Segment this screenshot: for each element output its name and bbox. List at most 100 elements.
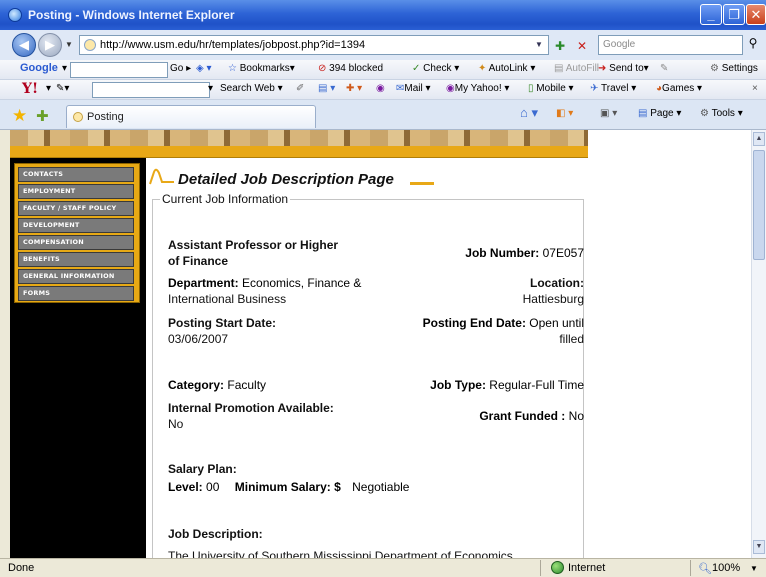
games-button[interactable]: ◕Games ▾ <box>656 83 702 94</box>
grant-funded-label: Grant Funded : <box>479 409 566 423</box>
status-divider <box>540 560 541 576</box>
yahoo-pencil-icon[interactable]: ✎▾ <box>56 83 69 94</box>
add-favorites-icon[interactable]: ✚ <box>36 107 49 125</box>
job-number-label: Job Number: <box>465 246 540 260</box>
zoom-level[interactable]: 100% <box>712 562 740 574</box>
mail-button[interactable]: ✉Mail ▾ <box>396 83 431 94</box>
ie-logo-icon <box>8 8 22 22</box>
travel-button[interactable]: ✈ Travel ▾ <box>590 83 636 94</box>
posting-start-value: 03/06/2007 <box>168 332 229 346</box>
yahoo-search-input[interactable] <box>92 82 210 98</box>
page-menu-button[interactable]: ▤ Page ▾ <box>638 108 681 119</box>
page-title: Detailed Job Description Page <box>178 171 394 188</box>
yahoo-toolbar-icon-1[interactable]: ▤ ▾ <box>318 83 335 94</box>
tab-bar: ★ ✚ Posting ⌂ ▾ ◧ ▾ ▣ ▾ ▤ Page ▾ ⚙ Tools… <box>0 100 766 130</box>
department-value-line2: International Business <box>168 292 287 306</box>
tab-label: Posting <box>87 111 124 123</box>
internal-promotion-value: No <box>168 417 184 431</box>
url-text[interactable]: http://www.usm.edu/hr/templates/jobpost.… <box>100 39 365 51</box>
minimum-salary-label: Minimum Salary: $ <box>234 480 341 494</box>
job-description-label: Job Description: <box>168 527 263 541</box>
category-value: Faculty <box>227 378 267 392</box>
status-bar: Done Internet 🔍︎ 100% ▼ <box>0 558 766 577</box>
department: Department: Economics, Finance & <box>168 276 361 290</box>
search-input[interactable]: Google <box>598 35 743 55</box>
my-yahoo-button[interactable]: ◉My Yahoo! ▾ <box>446 83 509 94</box>
level-label: Level: <box>168 480 203 494</box>
job-detail-panel: Detailed Job Description Page Current Jo… <box>146 158 588 558</box>
send-to-button[interactable]: ➜ Send to▾ <box>598 63 649 74</box>
window-title: Posting - Windows Internet Explorer <box>28 8 235 22</box>
toolbar-overflow-icon[interactable]: × <box>752 83 758 94</box>
position-title-line1: Assistant Professor or Higher <box>168 238 339 252</box>
posting-end-label: Posting End Date: <box>422 316 526 330</box>
favorites-star-icon[interactable]: ★ <box>12 106 27 126</box>
home-icon[interactable]: ⌂ ▾ <box>520 105 538 121</box>
menu-item-benefits[interactable]: BENEFITS <box>18 252 134 267</box>
page-icon <box>84 39 96 51</box>
compatibility-icon[interactable]: ✚ <box>552 38 568 54</box>
left-navigation: CONTACTS EMPLOYMENT FACULTY / STAFF POLI… <box>10 158 146 558</box>
yahoo-toolbar: Y! ▾ ✎▾ ▾ Search Web ▾ ✐ ▤ ▾ ✚ ▾ ◉ ✉Mail… <box>0 80 766 100</box>
location-label: Location: <box>530 276 584 290</box>
popup-blocked-button[interactable]: ⊘ 394 blocked <box>318 63 383 74</box>
search-web-button[interactable]: Search Web ▾ <box>220 83 283 94</box>
settings-button[interactable]: ⚙ Settings <box>710 63 758 74</box>
back-button[interactable]: ◀ <box>12 33 36 57</box>
yahoo-logo[interactable]: Y! <box>22 81 38 97</box>
yahoo-search-dropdown-icon[interactable]: ▾ <box>208 83 213 94</box>
yahoo-toolbar-icon-2[interactable]: ✚ ▾ <box>346 83 362 94</box>
scrollbar-thumb[interactable] <box>753 150 765 260</box>
menu-item-compensation[interactable]: COMPENSATION <box>18 235 134 250</box>
salary-row: Level: 00 Minimum Salary: $ Negotiable <box>168 480 409 494</box>
zoom-dropdown-icon[interactable]: ▼ <box>750 564 758 573</box>
google-go-button[interactable]: Go ▸ <box>170 63 191 74</box>
menu-item-general-information[interactable]: GENERAL INFORMATION <box>18 269 134 284</box>
close-button[interactable]: ✕ <box>746 4 766 25</box>
address-row: ◀ ▶ ▼ http://www.usm.edu/hr/templates/jo… <box>0 30 766 60</box>
menu-item-development[interactable]: DEVELOPMENT <box>18 218 134 233</box>
address-dropdown-icon[interactable]: ▼ <box>532 38 546 52</box>
category-label: Category: <box>168 378 225 392</box>
menu-item-contacts[interactable]: CONTACTS <box>18 167 134 182</box>
vertical-scrollbar[interactable]: ▲ ▼ <box>751 130 766 558</box>
maximize-button[interactable]: ❐ <box>723 4 745 25</box>
print-icon[interactable]: ▣ ▾ <box>600 108 617 119</box>
menu-item-employment[interactable]: EMPLOYMENT <box>18 184 134 199</box>
forward-button[interactable]: ▶ <box>38 33 62 57</box>
google-options-icon[interactable]: ◈ ▾ <box>196 63 212 74</box>
tools-menu-button[interactable]: ⚙ Tools ▾ <box>700 108 743 119</box>
mobile-button[interactable]: ▯ Mobile ▾ <box>528 83 574 94</box>
feeds-icon[interactable]: ◧ ▾ <box>556 108 573 119</box>
menu-item-forms[interactable]: FORMS <box>18 286 134 301</box>
spell-check-button[interactable]: ✓ Check ▾ <box>412 63 459 74</box>
highlight-icon[interactable]: ✎ <box>660 63 668 74</box>
scroll-down-icon[interactable]: ▼ <box>753 540 765 554</box>
job-description-text: The University of Southern Mississippi D… <box>168 549 513 558</box>
web-content: CONTACTS EMPLOYMENT FACULTY / STAFF POLI… <box>10 130 751 558</box>
menu-item-faculty-staff-policy[interactable]: FACULTY / STAFF POLICY <box>18 201 134 216</box>
yahoo-dropdown-icon[interactable]: ▾ <box>46 83 51 94</box>
tab-posting[interactable]: Posting <box>66 105 316 128</box>
minimize-button[interactable]: _ <box>700 4 722 25</box>
google-search-input[interactable] <box>70 62 168 78</box>
posting-end-value-line2: filled <box>559 332 584 346</box>
posting-end: Posting End Date: Open until <box>423 316 584 330</box>
autolink-button[interactable]: ✦ AutoLink ▾ <box>478 63 535 74</box>
stop-icon[interactable]: ✕ <box>574 38 590 54</box>
job-type-label: Job Type: <box>430 378 486 392</box>
posting-end-value-line1: Open until <box>529 316 584 330</box>
address-bar[interactable]: http://www.usm.edu/hr/templates/jobpost.… <box>79 35 549 55</box>
grant-funded-value: No <box>568 409 584 423</box>
google-dropdown-icon[interactable]: ▾ <box>62 63 67 74</box>
history-dropdown-icon[interactable]: ▼ <box>65 40 73 49</box>
level-value: 00 <box>206 480 220 494</box>
grant-funded: Grant Funded : No <box>479 409 584 423</box>
autofill-button[interactable]: ▤ AutoFill <box>554 63 599 74</box>
yahoo-toolbar-icon-3[interactable]: ◉ <box>376 83 385 94</box>
google-toolbar: Google ▾ Go ▸ ◈ ▾ ☆ Bookmarks▾ ⊘ 394 blo… <box>0 60 766 80</box>
search-icon[interactable]: ⚲ <box>744 36 762 54</box>
highlight-pen-icon[interactable]: ✐ <box>296 83 304 94</box>
bookmarks-button[interactable]: ☆ Bookmarks▾ <box>228 63 295 74</box>
scroll-up-icon[interactable]: ▲ <box>753 132 765 146</box>
